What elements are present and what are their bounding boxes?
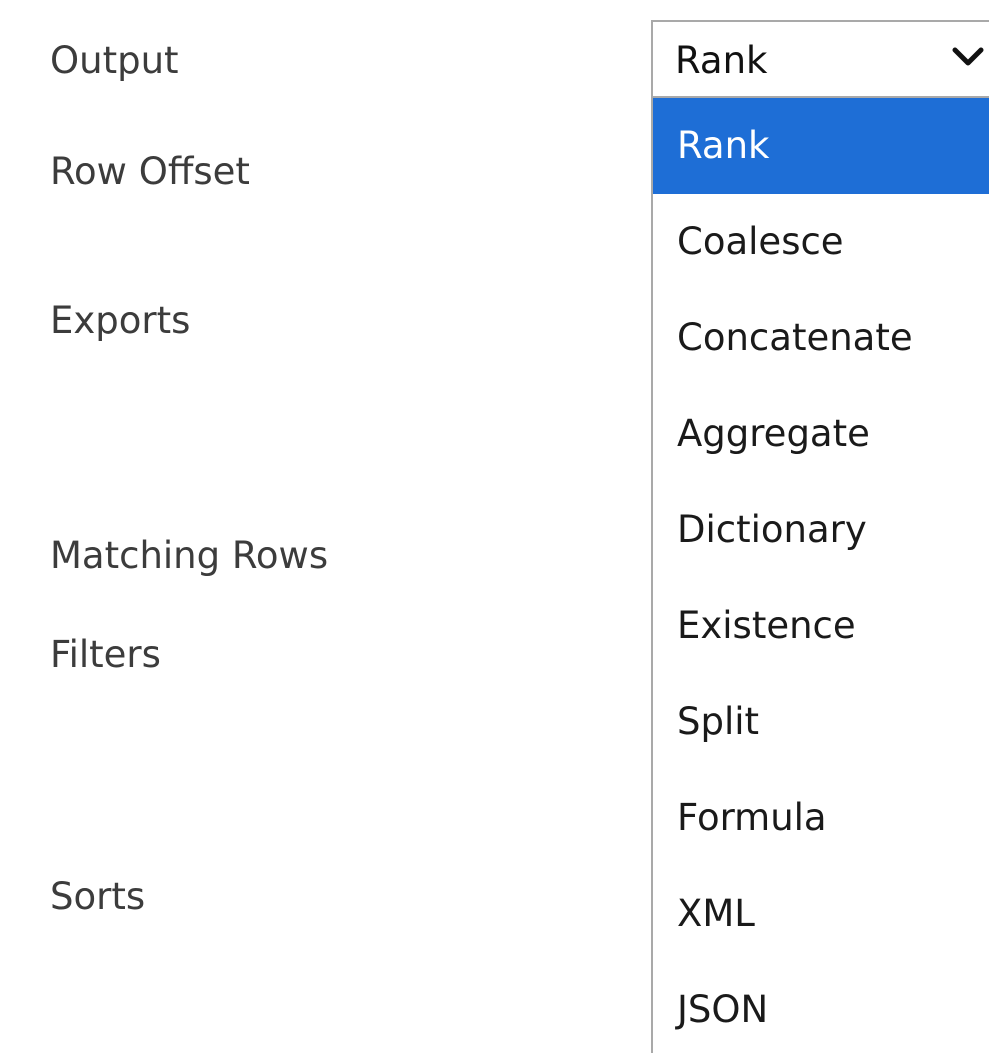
option-existence[interactable]: Existence — [653, 578, 989, 674]
option-coalesce[interactable]: Coalesce — [653, 194, 989, 290]
option-split[interactable]: Split — [653, 674, 989, 770]
chevron-down-icon[interactable] — [951, 44, 985, 70]
exports-label: Exports — [50, 299, 191, 342]
option-concatenate[interactable]: Concatenate — [653, 290, 989, 386]
sorts-label: Sorts — [50, 875, 146, 918]
filters-label: Filters — [50, 633, 161, 676]
output-select[interactable]: Rank — [651, 20, 989, 98]
option-json[interactable]: JSON — [653, 962, 989, 1053]
option-formula[interactable]: Formula — [653, 770, 989, 866]
output-dropdown-list: Rank Coalesce Concatenate Aggregate Dict… — [651, 98, 989, 1053]
output-label: Output — [50, 39, 179, 82]
matching-rows-label: Matching Rows — [50, 534, 329, 577]
output-select-value: Rank — [675, 39, 768, 82]
option-aggregate[interactable]: Aggregate — [653, 386, 989, 482]
option-xml[interactable]: XML — [653, 866, 989, 962]
option-rank[interactable]: Rank — [653, 98, 989, 194]
option-dictionary[interactable]: Dictionary — [653, 482, 989, 578]
settings-panel: Output Row Offset Exports Matching Rows … — [0, 0, 989, 1053]
row-offset-label: Row Offset — [50, 150, 250, 193]
